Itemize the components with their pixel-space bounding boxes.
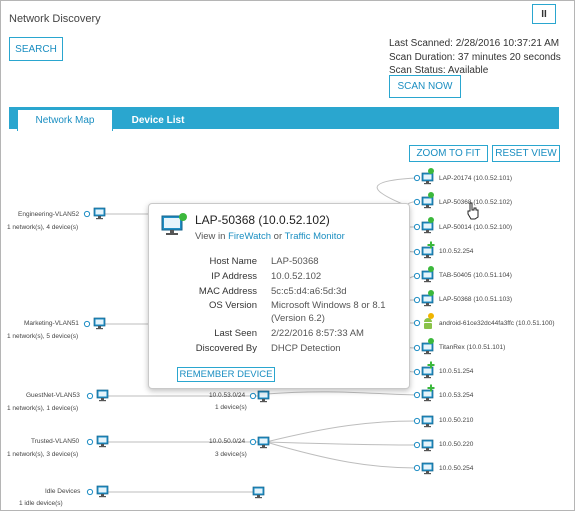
popup-row: IP Address 10.0.52.102 [149, 271, 409, 285]
online-status-icon [428, 266, 434, 272]
row-key: IP Address [211, 271, 257, 282]
expand-node-icon[interactable] [83, 320, 91, 328]
expand-node-icon[interactable] [83, 210, 91, 218]
row-key: Discovered By [195, 343, 257, 354]
idle-device-monitor-icon[interactable] [252, 486, 265, 499]
device-monitor-icon[interactable] [421, 221, 434, 234]
device-monitor-icon[interactable] [421, 389, 434, 402]
popup-view-links: View in FireWatch or Traffic Monitor [195, 231, 345, 242]
row-value: 10.0.52.102 [271, 271, 322, 282]
device-monitor-icon[interactable] [421, 294, 434, 307]
hand-cursor-icon [467, 202, 479, 220]
subnet-monitor-icon[interactable] [257, 436, 270, 449]
row-value: DHCP Detection [271, 343, 341, 354]
or-text: or [273, 231, 283, 242]
traffic-monitor-link[interactable]: Traffic Monitor [285, 231, 345, 242]
expand-node-icon[interactable] [413, 441, 421, 449]
expand-node-icon[interactable] [413, 174, 421, 182]
popup-row: (Version 6.2) [149, 313, 409, 327]
expand-node-icon[interactable] [86, 488, 94, 496]
remember-device-button[interactable]: REMEMBER DEVICE [177, 367, 275, 382]
row-key: MAC Address [198, 286, 257, 297]
expand-node-icon[interactable] [413, 272, 421, 280]
popup-row: Discovered By DHCP Detection [149, 343, 409, 357]
expand-node-icon[interactable] [413, 296, 421, 304]
device-monitor-icon[interactable] [421, 342, 434, 355]
group-monitor-icon[interactable] [96, 389, 109, 402]
online-status-icon [428, 168, 434, 174]
row-value: LAP-50368 [271, 256, 319, 267]
subnet-monitor-icon[interactable] [257, 390, 270, 403]
expand-node-icon[interactable] [86, 392, 94, 400]
row-value: (Version 6.2) [271, 313, 325, 324]
popup-row: Last Seen 2/22/2016 8:57:33 AM [149, 328, 409, 342]
device-monitor-icon[interactable] [421, 462, 434, 475]
view-in-text: View in [195, 231, 226, 242]
device-monitor-icon[interactable] [421, 172, 434, 185]
expand-node-icon[interactable] [413, 223, 421, 231]
warning-status-icon [428, 313, 434, 319]
popup-row: Host Name LAP-50368 [149, 256, 409, 270]
device-monitor-icon[interactable] [421, 415, 434, 428]
expand-node-icon[interactable] [413, 319, 421, 327]
online-status-icon [428, 192, 434, 198]
device-monitor-icon[interactable] [421, 270, 434, 283]
online-status-icon [179, 213, 187, 221]
expand-node-icon[interactable] [249, 438, 257, 446]
expand-node-icon[interactable] [86, 438, 94, 446]
online-status-icon [428, 338, 434, 344]
popup-row: OS Version Microsoft Windows 8 or 8.1 [149, 300, 409, 314]
group-monitor-icon[interactable] [96, 435, 109, 448]
device-monitor-icon[interactable] [421, 196, 434, 209]
row-value: 5c:c5:d4:a6:5d:3d [271, 286, 347, 297]
expand-node-icon[interactable] [413, 368, 421, 376]
network-discovery-window: Network Discovery II SEARCH Last Scanned… [0, 0, 575, 511]
expand-node-icon[interactable] [413, 248, 421, 256]
popup-row: MAC Address 5c:c5:d4:a6:5d:3d [149, 286, 409, 300]
expand-node-icon[interactable] [413, 417, 421, 425]
row-key: OS Version [208, 300, 257, 311]
expand-node-icon[interactable] [413, 344, 421, 352]
device-monitor-icon[interactable] [421, 439, 434, 452]
group-monitor-icon[interactable] [93, 207, 106, 220]
group-monitor-icon[interactable] [93, 317, 106, 330]
online-status-icon [428, 290, 434, 296]
row-key: Host Name [209, 256, 257, 267]
popup-title: LAP-50368 (10.0.52.102) [195, 213, 330, 227]
group-monitor-icon[interactable] [96, 485, 109, 498]
device-details-popup: LAP-50368 (10.0.52.102) View in FireWatc… [148, 203, 410, 389]
expand-node-icon[interactable] [249, 392, 257, 400]
expand-node-icon[interactable] [413, 464, 421, 472]
row-value: Microsoft Windows 8 or 8.1 [271, 300, 386, 311]
row-key: Last Seen [214, 328, 257, 339]
row-value: 2/22/2016 8:57:33 AM [271, 328, 364, 339]
device-monitor-icon[interactable] [421, 366, 434, 379]
expand-node-icon[interactable] [413, 391, 421, 399]
device-monitor-icon[interactable] [421, 246, 434, 259]
online-status-icon [428, 217, 434, 223]
firewatch-link[interactable]: FireWatch [228, 231, 271, 242]
android-icon[interactable] [424, 318, 432, 329]
expand-node-icon[interactable] [413, 198, 421, 206]
